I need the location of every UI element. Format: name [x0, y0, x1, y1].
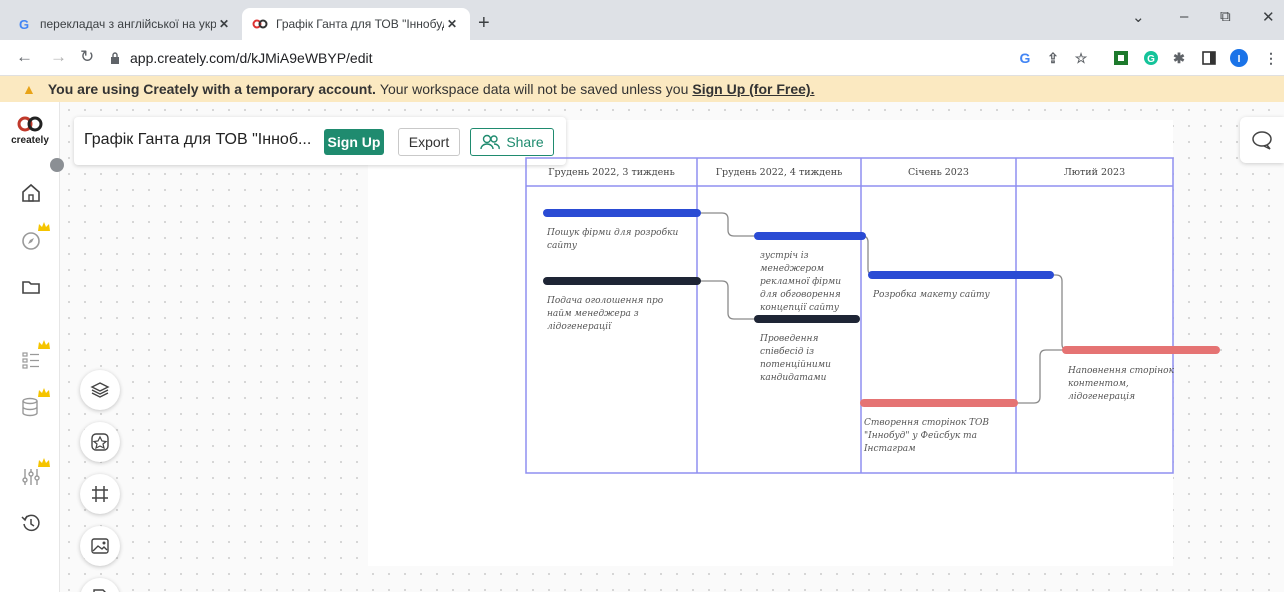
task-label[interactable]: Наповнення сторінок контентом, лідогенер… — [1068, 365, 1180, 404]
connector-line[interactable] — [698, 212, 758, 237]
column-header: Грудень 2022, 3 тиждень — [548, 166, 675, 178]
column-header: Лютий 2023 — [1063, 166, 1126, 178]
task-label[interactable]: Подача оголошення про найм менеджера з л… — [547, 295, 687, 334]
column-header: Січень 2023 — [908, 166, 969, 178]
column-header: Грудень 2022, 4 тиждень — [715, 166, 843, 178]
task-label[interactable]: Створення сторінок ТОВ "Іннобуд" у Фейсб… — [864, 417, 1004, 456]
task-label[interactable]: Проведення співбесід із потенційними кан… — [760, 333, 854, 385]
connector-line[interactable] — [861, 235, 875, 276]
connector-line[interactable] — [1050, 274, 1069, 351]
task-label[interactable]: Розробка макету сайту — [873, 289, 1013, 302]
task-label[interactable]: Пошук фірми для розробки сайту — [547, 227, 687, 253]
task-label[interactable]: зустріч із менеджером рекламної фірми дл… — [760, 250, 854, 315]
connector-line[interactable] — [1014, 349, 1066, 404]
connector-line[interactable] — [698, 280, 758, 320]
gantt-chart: Грудень 2022, 3 тиждень Грудень 2022, 4 … — [0, 0, 1284, 592]
